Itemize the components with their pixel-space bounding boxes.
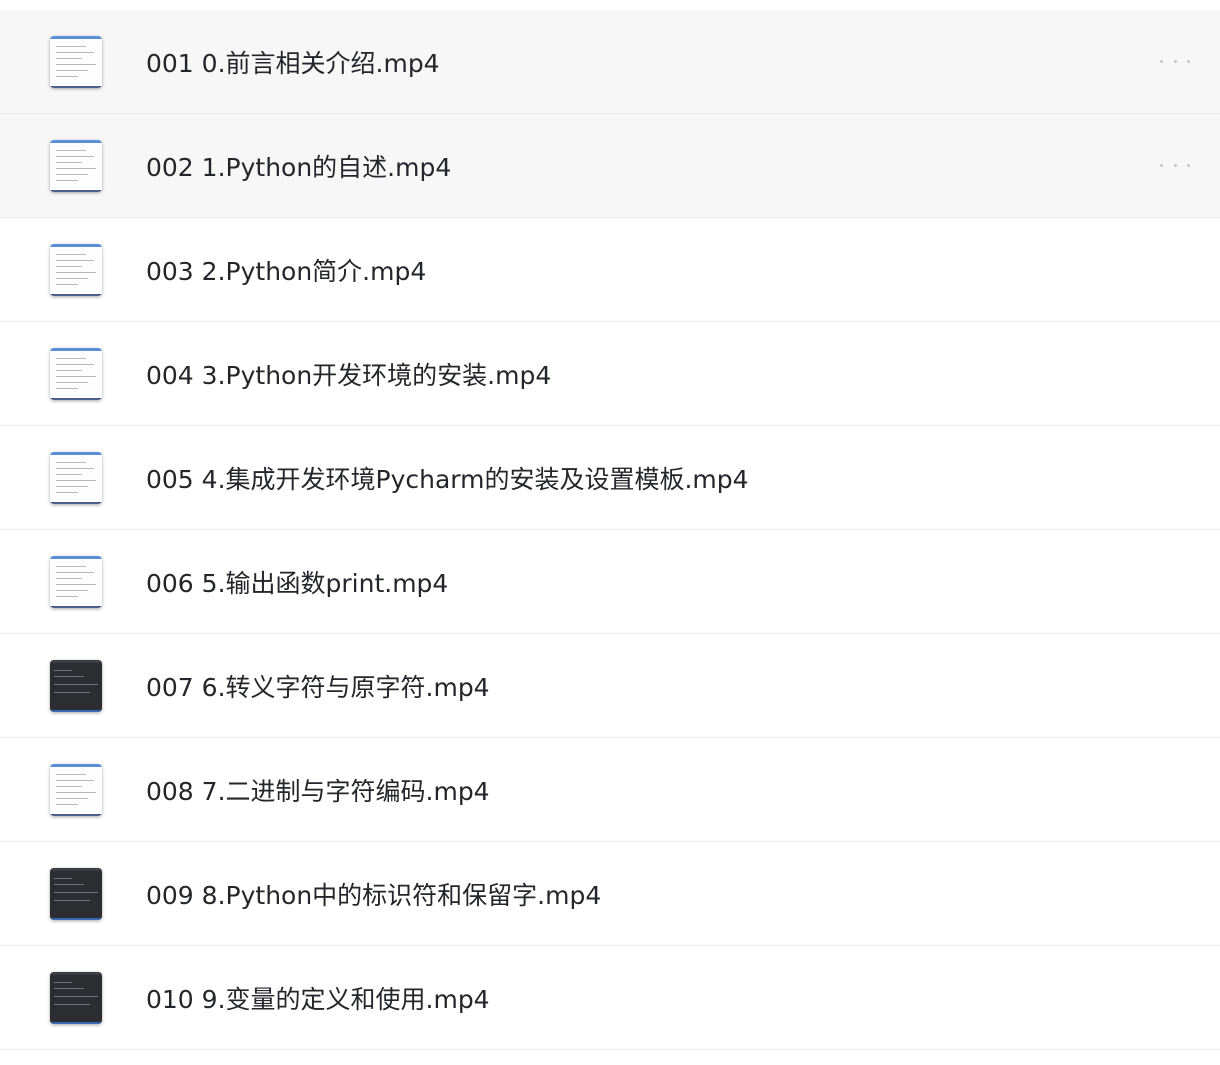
file-name[interactable]: 006 5.输出函数print.mp4 (146, 564, 448, 600)
file-name[interactable]: 003 2.Python简介.mp4 (146, 252, 426, 288)
more-dot (1160, 164, 1163, 167)
file-row[interactable]: 001 0.前言相关介绍.mp4 (0, 10, 1220, 114)
file-row[interactable]: 002 1.Python的自述.mp4 (0, 114, 1220, 218)
video-thumbnail[interactable] (50, 556, 102, 608)
video-thumbnail[interactable] (50, 36, 102, 88)
file-name[interactable]: 001 0.前言相关介绍.mp4 (146, 44, 440, 80)
file-row[interactable]: 007 6.转义字符与原字符.mp4 (0, 634, 1220, 738)
more-dot (1187, 164, 1190, 167)
file-row[interactable]: 009 8.Python中的标识符和保留字.mp4 (0, 842, 1220, 946)
more-dot (1187, 60, 1190, 63)
file-row[interactable]: 010 9.变量的定义和使用.mp4 (0, 946, 1220, 1050)
file-row[interactable]: 003 2.Python简介.mp4 (0, 218, 1220, 322)
file-name[interactable]: 010 9.变量的定义和使用.mp4 (146, 980, 490, 1016)
more-horizontal-icon[interactable] (1160, 161, 1190, 171)
file-name[interactable]: 002 1.Python的自述.mp4 (146, 148, 451, 184)
video-thumbnail[interactable] (50, 140, 102, 192)
file-row[interactable]: 005 4.集成开发环境Pycharm的安装及设置模板.mp4 (0, 426, 1220, 530)
video-thumbnail[interactable] (50, 972, 102, 1024)
video-thumbnail[interactable] (50, 452, 102, 504)
file-name[interactable]: 008 7.二进制与字符编码.mp4 (146, 772, 490, 808)
file-row[interactable]: 006 5.输出函数print.mp4 (0, 530, 1220, 634)
file-row[interactable]: 004 3.Python开发环境的安装.mp4 (0, 322, 1220, 426)
video-thumbnail[interactable] (50, 244, 102, 296)
more-dot (1160, 60, 1163, 63)
file-name[interactable]: 007 6.转义字符与原字符.mp4 (146, 668, 490, 704)
video-thumbnail[interactable] (50, 764, 102, 816)
video-thumbnail[interactable] (50, 868, 102, 920)
video-thumbnail[interactable] (50, 348, 102, 400)
file-name[interactable]: 009 8.Python中的标识符和保留字.mp4 (146, 876, 601, 912)
more-dot (1173, 60, 1177, 63)
file-row[interactable]: 008 7.二进制与字符编码.mp4 (0, 738, 1220, 842)
file-name[interactable]: 005 4.集成开发环境Pycharm的安装及设置模板.mp4 (146, 460, 749, 496)
more-dot (1173, 164, 1177, 167)
video-thumbnail[interactable] (50, 660, 102, 712)
file-list: 001 0.前言相关介绍.mp4 002 1.Python的自述.mp4 003 2… (0, 10, 1220, 1050)
file-name[interactable]: 004 3.Python开发环境的安装.mp4 (146, 356, 551, 392)
more-horizontal-icon[interactable] (1160, 57, 1190, 67)
